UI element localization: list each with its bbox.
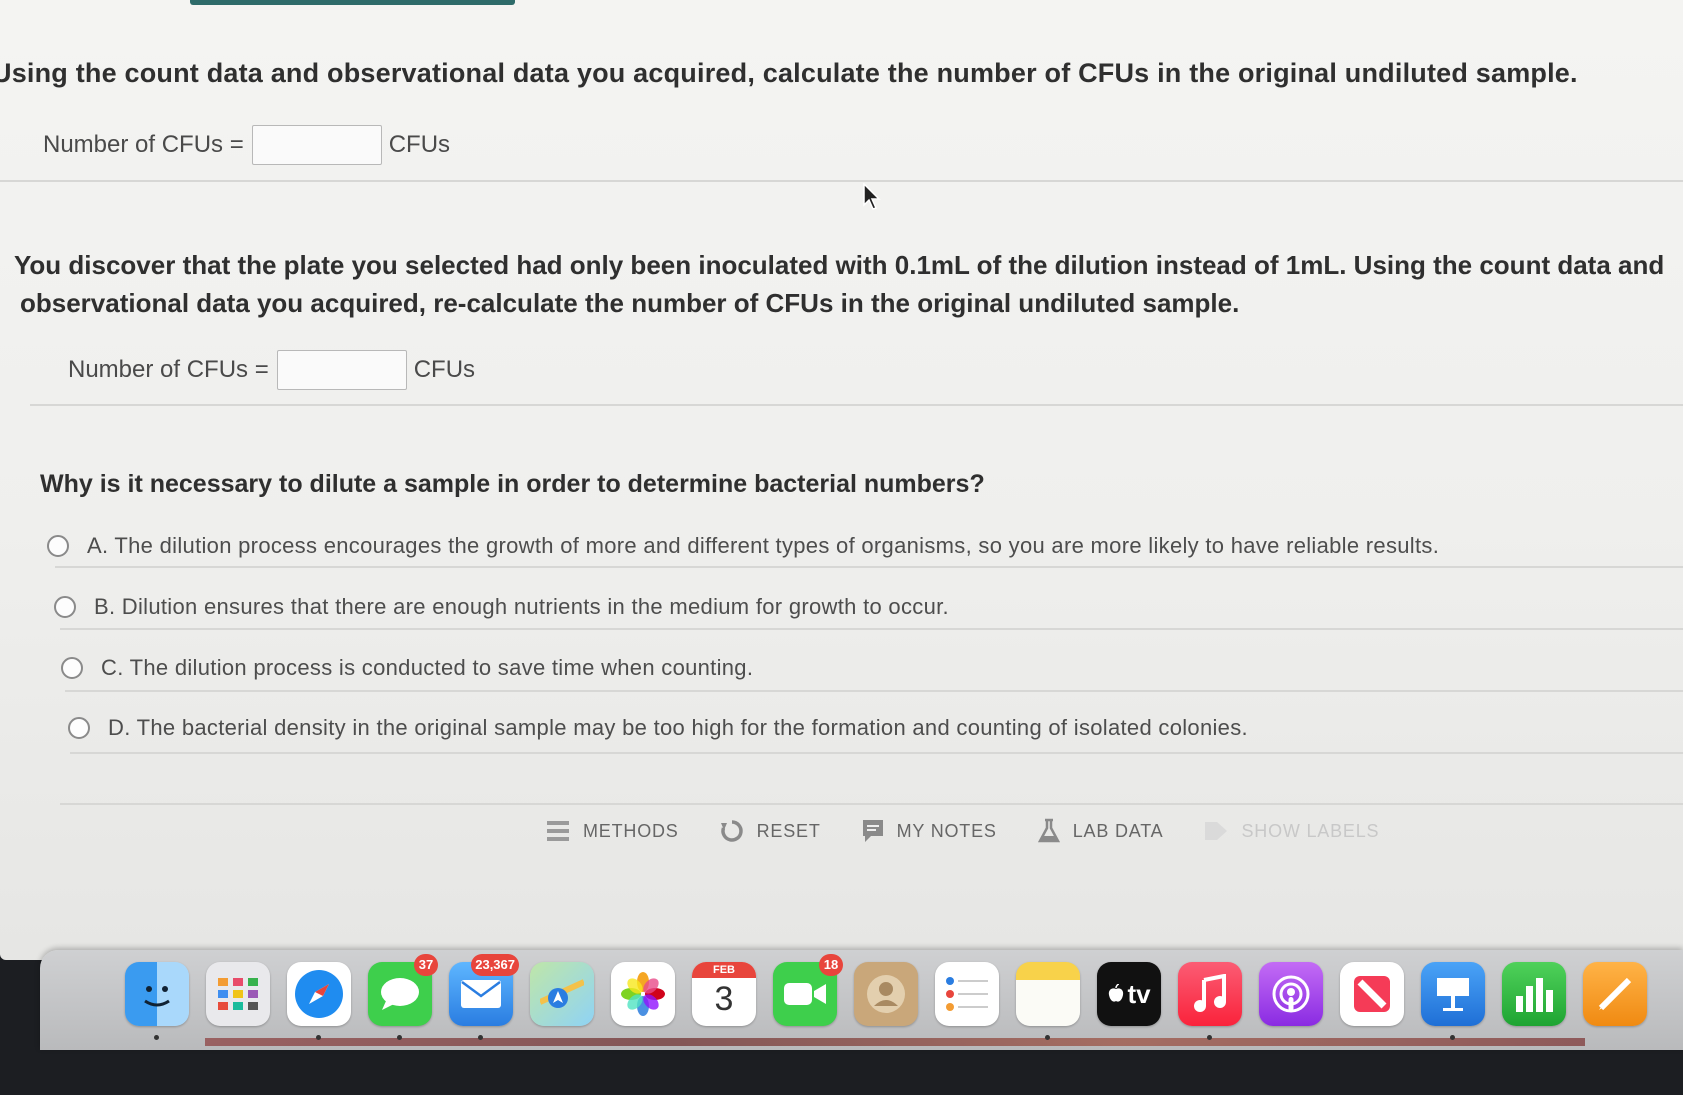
divider bbox=[70, 752, 1683, 754]
running-indicator bbox=[316, 1035, 321, 1040]
option-c[interactable]: C. The dilution process is conducted to … bbox=[61, 655, 753, 681]
running-indicator bbox=[1450, 1035, 1455, 1040]
show-labels-label: SHOW LABELS bbox=[1241, 820, 1380, 841]
lab-data-button[interactable]: LAB DATA bbox=[1037, 818, 1164, 844]
option-d-label: D. The bacterial density in the original… bbox=[108, 715, 1248, 740]
my-notes-button[interactable]: MY NOTES bbox=[861, 818, 997, 844]
question-1-cfu-input[interactable] bbox=[251, 125, 382, 165]
reminders-icon[interactable] bbox=[935, 962, 999, 1026]
list-icon bbox=[547, 821, 569, 841]
mail-icon[interactable]: 23,367 bbox=[449, 954, 519, 1040]
running-indicator bbox=[397, 1035, 402, 1040]
pages-icon[interactable] bbox=[1583, 962, 1647, 1026]
flask-icon bbox=[1037, 818, 1060, 843]
reset-label: RESET bbox=[756, 820, 821, 841]
apple-tv-label: tv bbox=[1127, 978, 1151, 1009]
question-1-unit: CFUs bbox=[388, 131, 451, 158]
methods-label: METHODS bbox=[583, 820, 679, 841]
messages-badge: 37 bbox=[414, 954, 438, 976]
running-indicator bbox=[1207, 1035, 1212, 1040]
apple-tv-icon[interactable]: tv bbox=[1097, 962, 1161, 1026]
divider bbox=[60, 803, 1683, 805]
question-2-label: Number of CFUs = bbox=[68, 356, 269, 383]
lab-page: Using the count data and observational d… bbox=[0, 0, 1683, 960]
notes-icon bbox=[862, 820, 883, 842]
divider bbox=[55, 566, 1683, 568]
divider bbox=[30, 404, 1683, 406]
show-labels-button[interactable]: SHOW LABELS bbox=[1203, 820, 1379, 842]
music-icon[interactable] bbox=[1178, 962, 1242, 1040]
option-a-radio[interactable] bbox=[47, 535, 69, 557]
facetime-icon[interactable]: 18 bbox=[773, 954, 843, 1026]
dock: 37 23,367 FEB 3 18 tv bbox=[125, 954, 1664, 1040]
facetime-badge: 18 bbox=[819, 954, 843, 976]
option-c-radio[interactable] bbox=[61, 657, 83, 679]
tag-icon bbox=[1205, 822, 1228, 840]
contacts-icon[interactable] bbox=[854, 962, 918, 1026]
divider bbox=[60, 628, 1683, 630]
running-indicator bbox=[1045, 1035, 1050, 1040]
messages-icon[interactable]: 37 bbox=[368, 954, 438, 1040]
option-a-label: A. The dilution process encourages the g… bbox=[87, 533, 1440, 558]
methods-button[interactable]: METHODS bbox=[545, 819, 679, 843]
lab-data-label: LAB DATA bbox=[1072, 820, 1164, 841]
news-icon[interactable] bbox=[1340, 962, 1404, 1026]
numbers-icon[interactable] bbox=[1502, 962, 1566, 1026]
running-indicator bbox=[478, 1035, 483, 1040]
question-2-cfu-input[interactable] bbox=[276, 350, 407, 390]
active-tab-indicator bbox=[190, 0, 515, 5]
lab-toolbar: METHODS RESET MY NOTES LAB DATA SHOW LAB… bbox=[545, 818, 1419, 844]
option-c-label: C. The dilution process is conducted to … bbox=[101, 655, 754, 680]
mail-badge: 23,367 bbox=[471, 954, 519, 976]
question-2-text: You discover that the plate you selected… bbox=[14, 246, 1664, 322]
launchpad-icon[interactable] bbox=[206, 962, 270, 1026]
option-a[interactable]: A. The dilution process encourages the g… bbox=[47, 533, 1439, 559]
divider bbox=[0, 180, 1683, 182]
dock-reflection bbox=[205, 1038, 1585, 1046]
question-1-answer-row: Number of CFUs = CFUs bbox=[43, 125, 450, 165]
my-notes-label: MY NOTES bbox=[896, 820, 997, 841]
calendar-day: 3 bbox=[714, 980, 734, 1018]
reset-icon bbox=[720, 820, 743, 842]
question-2-line-1: You discover that the plate you selected… bbox=[14, 250, 1665, 280]
notes-icon[interactable] bbox=[1016, 962, 1080, 1040]
option-d-radio[interactable] bbox=[68, 717, 90, 739]
maps-icon[interactable] bbox=[530, 962, 594, 1026]
question-2-line-2: observational data you acquired, re-calc… bbox=[20, 288, 1240, 318]
option-b[interactable]: B. Dilution ensures that there are enoug… bbox=[54, 594, 949, 620]
photos-icon[interactable] bbox=[611, 962, 675, 1026]
option-b-radio[interactable] bbox=[54, 596, 76, 618]
apple-logo-icon bbox=[1109, 984, 1124, 1002]
finder-icon[interactable] bbox=[125, 962, 189, 1040]
keynote-icon[interactable] bbox=[1421, 962, 1485, 1040]
reset-button[interactable]: RESET bbox=[719, 818, 821, 844]
option-b-label: B. Dilution ensures that there are enoug… bbox=[94, 594, 949, 619]
calendar-icon[interactable]: FEB 3 bbox=[692, 962, 756, 1026]
question-2-answer-row: Number of CFUs = CFUs bbox=[68, 350, 475, 390]
option-d[interactable]: D. The bacterial density in the original… bbox=[68, 715, 1248, 741]
question-2-unit: CFUs bbox=[413, 356, 476, 383]
mouse-cursor-icon bbox=[863, 183, 881, 210]
podcasts-icon[interactable] bbox=[1259, 962, 1323, 1026]
question-1-label: Number of CFUs = bbox=[43, 131, 244, 158]
safari-icon[interactable] bbox=[287, 962, 351, 1040]
running-indicator bbox=[154, 1035, 159, 1040]
question-3-text: Why is it necessary to dilute a sample i… bbox=[40, 470, 985, 498]
calendar-month: FEB bbox=[692, 962, 756, 978]
question-1-text: Using the count data and observational d… bbox=[0, 58, 1578, 88]
divider bbox=[65, 690, 1683, 692]
